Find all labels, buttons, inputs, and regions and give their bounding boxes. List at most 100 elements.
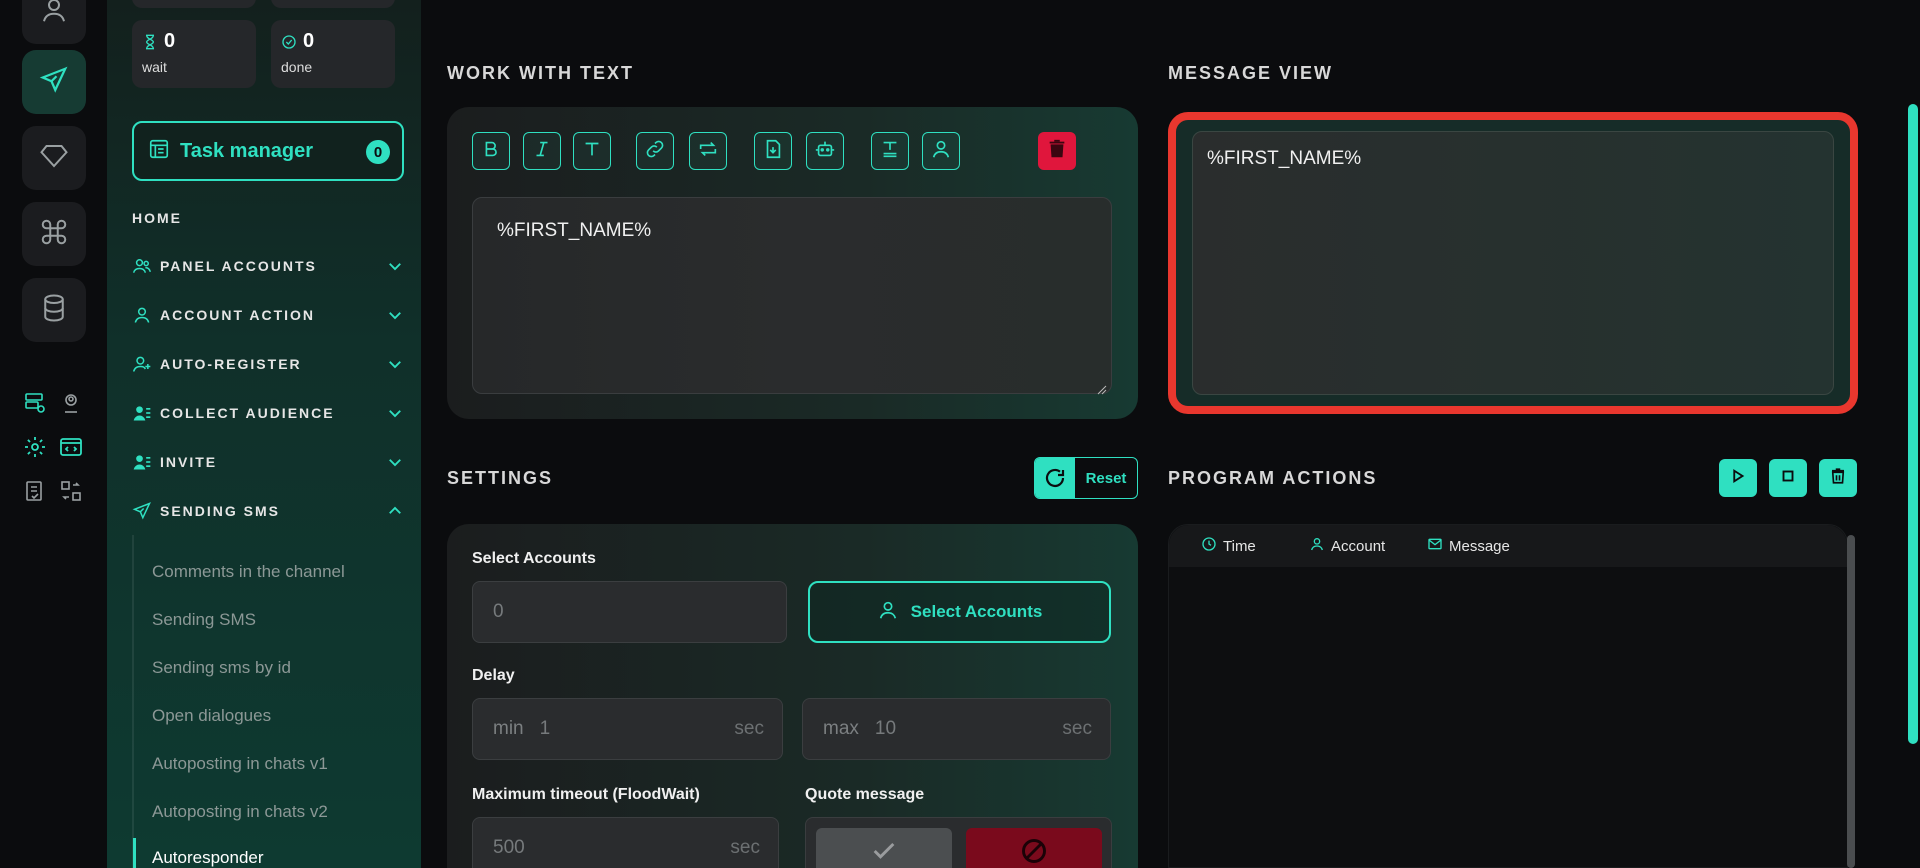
nav-panel-accounts[interactable]: PANEL ACCOUNTS (132, 254, 404, 278)
delay-max-input[interactable]: max 10 sec (802, 698, 1111, 760)
italic-button[interactable] (523, 132, 561, 170)
wait-counter: 0 wait (132, 20, 256, 88)
sub-item-open-dialogues[interactable]: Open dialogues (152, 706, 271, 726)
transfer-icon[interactable] (58, 478, 84, 504)
bot-icon (814, 138, 836, 165)
refresh-icon (1035, 458, 1075, 498)
task-manager-label: Task manager (180, 139, 314, 162)
page-scrollbar[interactable] (1908, 104, 1918, 744)
message-preview: %FIRST_NAME% (1192, 131, 1834, 395)
settings-gear-icon[interactable] (22, 434, 48, 460)
text-icon (581, 138, 603, 165)
hourglass-icon (142, 34, 158, 50)
send-icon (132, 501, 152, 521)
log-column-message: Message (1427, 536, 1510, 556)
nav-sending-sms[interactable]: SENDING SMS (132, 499, 404, 523)
user-icon (132, 305, 152, 325)
stop-icon (1779, 467, 1797, 490)
nav-label: COLLECT AUDIENCE (160, 405, 335, 421)
sub-item-autoposting-v1[interactable]: Autoposting in chats v1 (152, 754, 328, 774)
user-list-icon (132, 452, 152, 472)
reset-button[interactable]: Reset (1034, 457, 1138, 499)
log-column-label: Message (1449, 537, 1510, 555)
nav-collect-audience[interactable]: COLLECT AUDIENCE (132, 401, 404, 425)
quote-no-button[interactable] (966, 828, 1102, 868)
task-list-icon (148, 138, 170, 165)
sidebar: 0 wait 0 done Task manager 0 HOME PANEL … (107, 0, 421, 868)
program-actions-title: PROGRAM ACTIONS (1168, 468, 1378, 488)
accounts-count-value: 0 (493, 601, 504, 622)
rail-command-button[interactable] (22, 202, 86, 266)
sub-item-sending-sms[interactable]: Sending SMS (152, 610, 256, 630)
delay-min-prefix: min (493, 718, 524, 739)
quote-message-toggle (805, 817, 1112, 868)
sub-item-autoposting-v2[interactable]: Autoposting in chats v2 (152, 802, 328, 822)
bold-icon (480, 138, 502, 165)
rail-profile-button[interactable] (22, 0, 86, 44)
nav-invite[interactable]: INVITE (132, 450, 404, 474)
sub-item-comments[interactable]: Comments in the channel (152, 562, 345, 582)
nav-account-action[interactable]: ACCOUNT ACTION (132, 303, 404, 327)
list-check-icon[interactable] (22, 478, 48, 504)
sub-item-sending-sms-by-id[interactable]: Sending sms by id (152, 658, 291, 678)
chevron-down-icon (386, 453, 404, 471)
check-icon (870, 837, 898, 868)
server-check-icon[interactable] (22, 390, 48, 416)
nav-label: PANEL ACCOUNTS (160, 258, 317, 274)
counter-top-partial (271, 0, 395, 8)
user-icon (1309, 536, 1331, 556)
log-column-label: Account (1331, 537, 1386, 555)
done-counter: 0 done (271, 20, 395, 88)
user-variable-button[interactable] (922, 132, 960, 170)
rail-database-button[interactable] (22, 278, 86, 342)
clear-text-button[interactable] (1038, 132, 1076, 170)
user-circle-icon[interactable] (58, 390, 84, 416)
chevron-down-icon (386, 404, 404, 422)
message-text-value: %FIRST_NAME% (497, 220, 652, 241)
file-import-icon (762, 138, 784, 165)
link-button[interactable] (636, 132, 674, 170)
bot-button[interactable] (806, 132, 844, 170)
icon-rail (0, 0, 107, 868)
clear-log-button[interactable] (1819, 459, 1857, 497)
bold-button[interactable] (472, 132, 510, 170)
italic-icon (531, 138, 553, 165)
sub-item-autoresponder[interactable]: Autoresponder (152, 848, 264, 868)
command-icon (39, 217, 69, 252)
stop-button[interactable] (1769, 459, 1807, 497)
text-align-button[interactable] (871, 132, 909, 170)
wait-label: wait (142, 59, 167, 75)
resize-grip-icon[interactable] (1097, 379, 1107, 395)
task-manager-button[interactable]: Task manager 0 (132, 121, 404, 181)
work-with-text-title: WORK WITH TEXT (447, 63, 634, 83)
diamond-icon (39, 141, 69, 176)
reset-label: Reset (1085, 469, 1127, 487)
wait-count: 0 (164, 30, 176, 52)
file-import-button[interactable] (754, 132, 792, 170)
repeat-button[interactable] (689, 132, 727, 170)
log-scrollbar[interactable] (1847, 535, 1855, 868)
play-button[interactable] (1719, 459, 1757, 497)
message-view-title: MESSAGE VIEW (1168, 63, 1334, 83)
delay-max-prefix: max (823, 718, 859, 739)
nav-label: SENDING SMS (160, 503, 281, 519)
accounts-count-input[interactable]: 0 (472, 581, 787, 643)
quote-yes-button[interactable] (816, 828, 952, 868)
select-accounts-button[interactable]: Select Accounts (808, 581, 1111, 643)
timeout-input[interactable]: 500 sec (472, 817, 779, 868)
delay-max-unit: sec (1062, 718, 1092, 739)
delay-min-input[interactable]: min 1 sec (472, 698, 783, 760)
text-button[interactable] (573, 132, 611, 170)
send-icon (39, 65, 69, 100)
nav-home[interactable]: HOME (132, 210, 182, 226)
user-plus-icon (132, 354, 152, 374)
delay-min-unit: sec (734, 718, 764, 739)
nav-auto-register[interactable]: AUTO-REGISTER (132, 352, 404, 376)
code-window-icon[interactable] (58, 434, 84, 460)
message-text-input[interactable]: %FIRST_NAME% (472, 197, 1112, 395)
nav-label: AUTO-REGISTER (160, 356, 302, 372)
rail-send-button[interactable] (22, 50, 86, 114)
nav-label: INVITE (160, 454, 218, 470)
trash-icon (1046, 138, 1068, 165)
rail-premium-button[interactable] (22, 126, 86, 190)
